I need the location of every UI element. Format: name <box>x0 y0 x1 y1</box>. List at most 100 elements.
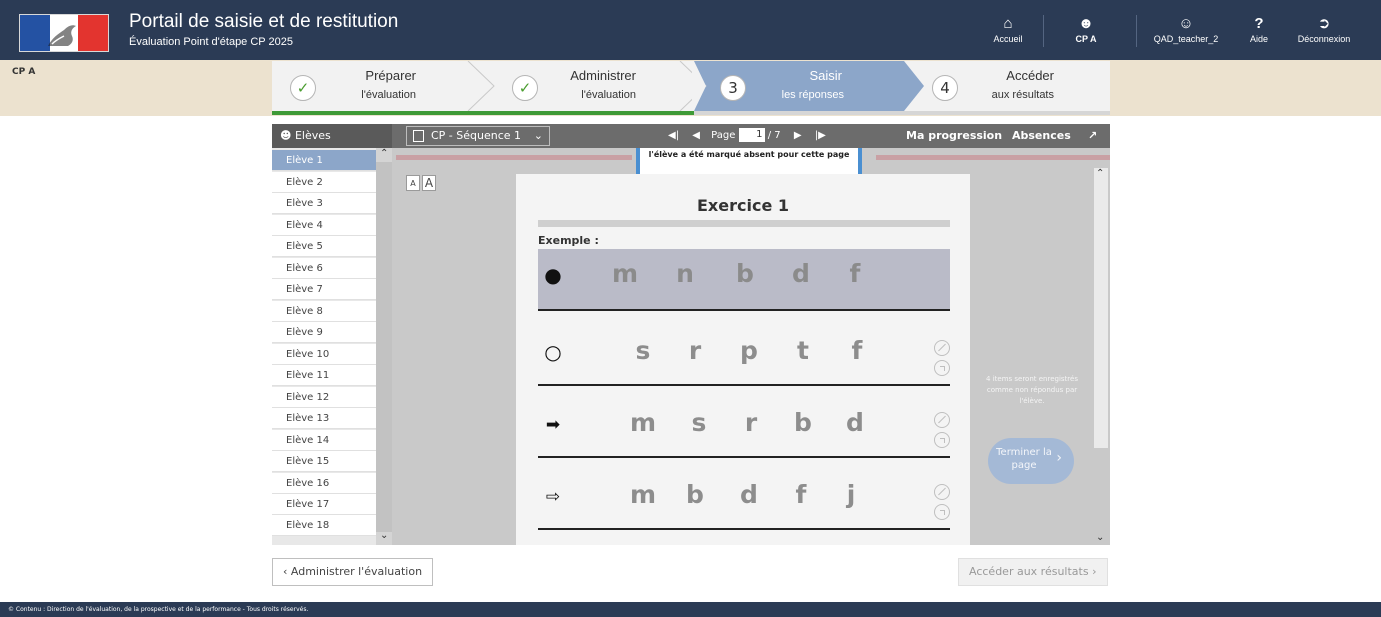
letter-choice[interactable]: p <box>734 336 764 365</box>
fullscreen-icon[interactable]: ↗ <box>1088 124 1097 148</box>
student-item[interactable]: Elève 15 <box>272 451 376 472</box>
student-item[interactable]: Elève 1 <box>272 150 376 171</box>
absent-marker-line <box>876 155 1110 160</box>
page-footer: © Contenu : Direction de l'évaluation, d… <box>0 602 1381 617</box>
chevron-left-icon: ‹ <box>283 565 288 578</box>
other-answer-icon[interactable] <box>934 360 950 376</box>
students-scroll-thumb[interactable] <box>376 162 392 532</box>
other-answer-icon[interactable] <box>934 504 950 520</box>
empty-circle-icon: ○ <box>544 340 562 364</box>
book-icon <box>413 130 424 142</box>
student-item[interactable]: Elève 4 <box>272 215 376 236</box>
example-label: Exemple : <box>538 234 599 247</box>
nav-class[interactable]: ☻ CP A <box>1062 14 1110 44</box>
last-page-icon[interactable]: |▶ <box>815 130 826 141</box>
student-item[interactable]: Elève 2 <box>272 172 376 193</box>
home-icon: ⌂ <box>1003 15 1013 32</box>
letter-choice[interactable]: t <box>788 336 818 365</box>
student-item[interactable]: Elève 18 <box>272 515 376 536</box>
students-list: Elève 1 Elève 2 Elève 3 Elève 4 Elève 5 … <box>272 148 392 545</box>
letter-choice[interactable]: f <box>786 480 816 509</box>
other-answer-icon[interactable] <box>934 432 950 448</box>
answer-row: ○ s r p t f <box>538 326 950 386</box>
scroll-down-icon[interactable]: ⌄ <box>380 530 388 541</box>
no-answer-icon[interactable] <box>934 340 950 356</box>
student-item[interactable]: Elève 14 <box>272 430 376 451</box>
student-item[interactable]: Elève 13 <box>272 408 376 429</box>
student-item[interactable]: Elève 8 <box>272 301 376 322</box>
letter-choice[interactable]: m <box>628 408 658 437</box>
exercise-page: Exercice 1 Exemple : ● m n b d f ○ s r p… <box>516 174 970 545</box>
no-answer-icon[interactable] <box>934 484 950 500</box>
absent-marker-line <box>396 155 632 160</box>
page-number-input[interactable]: 1 <box>738 128 765 142</box>
scroll-up-icon[interactable]: ⌃ <box>1096 168 1104 179</box>
student-item[interactable]: Elève 5 <box>272 236 376 257</box>
students-tab[interactable]: ☻ Elèves <box>272 124 392 148</box>
title-separator <box>538 220 950 227</box>
exercise-title: Exercice 1 <box>697 196 789 215</box>
scroll-up-icon[interactable]: ⌃ <box>380 148 388 159</box>
logout-icon: ➲ <box>1317 15 1331 32</box>
nav-help[interactable]: ? Aide <box>1244 14 1274 44</box>
absences-link[interactable]: Absences <box>1012 124 1071 148</box>
step-number-4: 4 <box>932 75 958 101</box>
student-item[interactable]: Elève 12 <box>272 387 376 408</box>
exercise-scrollbar[interactable]: ⌃ ⌄ <box>1092 168 1110 545</box>
step-prepare[interactable]: ✓ Préparer l'évaluation <box>278 61 468 111</box>
workflow-stepper: ✓ Préparer l'évaluation ✓ Administrer l'… <box>272 61 1110 115</box>
student-item[interactable]: Elève 3 <box>272 193 376 214</box>
letter-choice[interactable]: s <box>684 408 714 437</box>
student-item[interactable]: Elève 10 <box>272 344 376 365</box>
letter-choice[interactable]: m <box>628 480 658 509</box>
nav-user[interactable]: ☺ QAD_teacher_2 <box>1146 14 1226 44</box>
letter-choice: m <box>611 259 639 288</box>
students-icon: ☻ <box>280 129 292 142</box>
no-answer-icon[interactable] <box>934 412 950 428</box>
exercise-scroll-track[interactable] <box>1094 168 1108 448</box>
sequence-select[interactable]: CP - Séquence 1 ⌄ <box>406 126 550 146</box>
user-icon: ☺ <box>1178 15 1194 32</box>
page-actions-panel: 4 items seront enregistrés comme non rép… <box>974 174 1090 545</box>
nav-home[interactable]: ⌂ Accueil <box>983 14 1033 44</box>
letter-choice[interactable]: s <box>628 336 658 365</box>
progress-remaining <box>694 111 1110 115</box>
letter-choice[interactable]: b <box>680 480 710 509</box>
students-scrollbar[interactable]: ⌃ ⌄ <box>376 148 392 545</box>
letter-choice[interactable]: d <box>734 480 764 509</box>
scroll-down-icon[interactable]: ⌄ <box>1096 532 1104 543</box>
student-item[interactable]: Elève 11 <box>272 365 376 386</box>
letter-choice[interactable]: r <box>680 336 710 365</box>
student-item[interactable]: Elève 16 <box>272 473 376 494</box>
letter-choice: n <box>676 259 694 288</box>
finish-page-button[interactable]: Terminer la page › <box>988 438 1074 484</box>
student-item[interactable]: Elève 6 <box>272 258 376 279</box>
letter-choice[interactable]: d <box>840 408 870 437</box>
access-results-button[interactable]: Accéder aux résultats › <box>958 558 1108 586</box>
page-toolbar: ☻ Elèves CP - Séquence 1 ⌄ ◀| ◀ Page 1 /… <box>272 124 1110 148</box>
group-icon: ☻ <box>1078 15 1094 32</box>
student-item[interactable]: Elève 9 <box>272 322 376 343</box>
example-row: ● m n b d f <box>538 249 950 311</box>
student-item[interactable]: Elève 17 <box>272 494 376 515</box>
letter-choice[interactable]: b <box>788 408 818 437</box>
back-to-administer-button[interactable]: ‹ Administrer l'évaluation <box>272 558 434 586</box>
chevron-down-icon: ⌄ <box>533 129 543 142</box>
student-item[interactable]: Elève 7 <box>272 279 376 300</box>
next-page-icon[interactable]: ▶ <box>794 130 802 141</box>
step-administer[interactable]: ✓ Administrer l'évaluation <box>500 61 690 111</box>
step-enter-answers[interactable]: 3 Saisir les réponses <box>708 61 898 111</box>
font-size-decrease-button[interactable]: A <box>406 175 420 191</box>
letter-choice[interactable]: f <box>842 336 872 365</box>
font-size-increase-button[interactable]: A <box>422 175 436 191</box>
check-icon: ✓ <box>290 75 316 101</box>
nav-logout[interactable]: ➲ Déconnexion <box>1288 14 1360 44</box>
my-progress-link[interactable]: Ma progression <box>906 124 1002 148</box>
letter-choice[interactable]: j <box>836 480 866 509</box>
prev-page-icon[interactable]: ◀ <box>692 130 700 141</box>
help-icon: ? <box>1254 15 1264 32</box>
answer-row: ⇨ m b d f j <box>538 470 950 530</box>
step-access-results[interactable]: 4 Accéder aux résultats <box>920 61 1110 111</box>
letter-choice[interactable]: r <box>736 408 766 437</box>
first-page-icon[interactable]: ◀| <box>668 130 679 141</box>
